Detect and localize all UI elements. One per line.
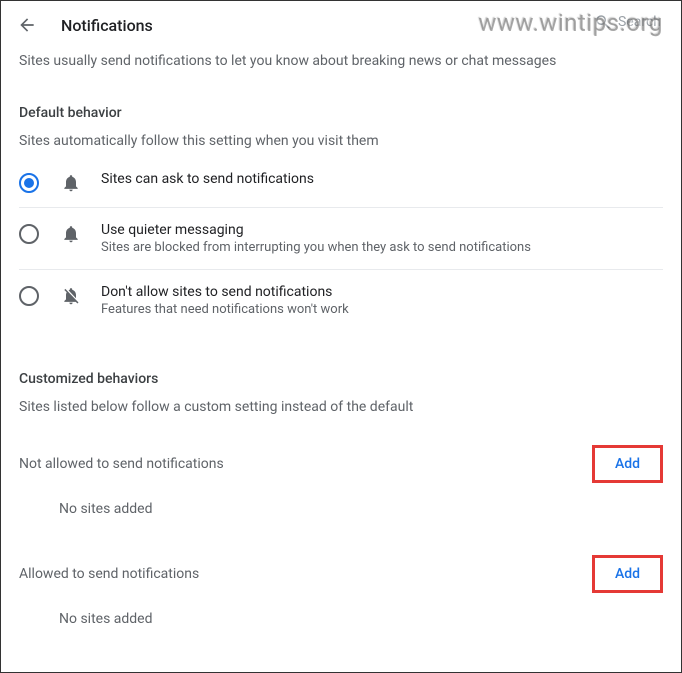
option-dont-allow[interactable]: Don't allow sites to send notifications …	[19, 269, 663, 331]
option-desc: Sites are blocked from interrupting you …	[101, 240, 663, 255]
radio-unselected[interactable]	[19, 286, 39, 306]
not-allowed-empty: No sites added	[19, 483, 663, 527]
bell-off-icon	[61, 286, 81, 306]
custom-behaviors-subtitle: Sites listed below follow a custom setti…	[19, 399, 663, 415]
option-desc: Features that need notifications won't w…	[101, 302, 663, 317]
allowed-label: Allowed to send notifications	[19, 566, 199, 582]
radio-unselected[interactable]	[19, 224, 39, 244]
search-icon	[594, 13, 612, 31]
default-behavior-title: Default behavior	[19, 105, 663, 121]
search-box[interactable]: Search	[594, 13, 661, 31]
option-label: Sites can ask to send notifications	[101, 171, 663, 187]
search-placeholder: Search	[618, 14, 661, 30]
add-allowed-button[interactable]: Add	[592, 555, 663, 593]
option-quieter-messaging[interactable]: Use quieter messaging Sites are blocked …	[19, 207, 663, 269]
allowed-empty: No sites added	[19, 593, 663, 637]
option-ask-to-send[interactable]: Sites can ask to send notifications	[19, 167, 663, 207]
radio-selected[interactable]	[19, 173, 39, 193]
option-label: Use quieter messaging	[101, 222, 663, 238]
default-behavior-subtitle: Sites automatically follow this setting …	[19, 133, 663, 149]
not-allowed-label: Not allowed to send notifications	[19, 456, 224, 472]
page-title: Notifications	[61, 16, 153, 35]
back-arrow-icon[interactable]	[17, 15, 37, 35]
bell-icon	[61, 173, 81, 193]
add-not-allowed-button[interactable]: Add	[592, 445, 663, 483]
default-behavior-options: Sites can ask to send notifications Use …	[19, 167, 663, 331]
intro-text: Sites usually send notifications to let …	[19, 53, 663, 69]
bell-icon	[61, 224, 81, 244]
custom-behaviors-title: Customized behaviors	[19, 371, 663, 387]
option-label: Don't allow sites to send notifications	[101, 284, 663, 300]
